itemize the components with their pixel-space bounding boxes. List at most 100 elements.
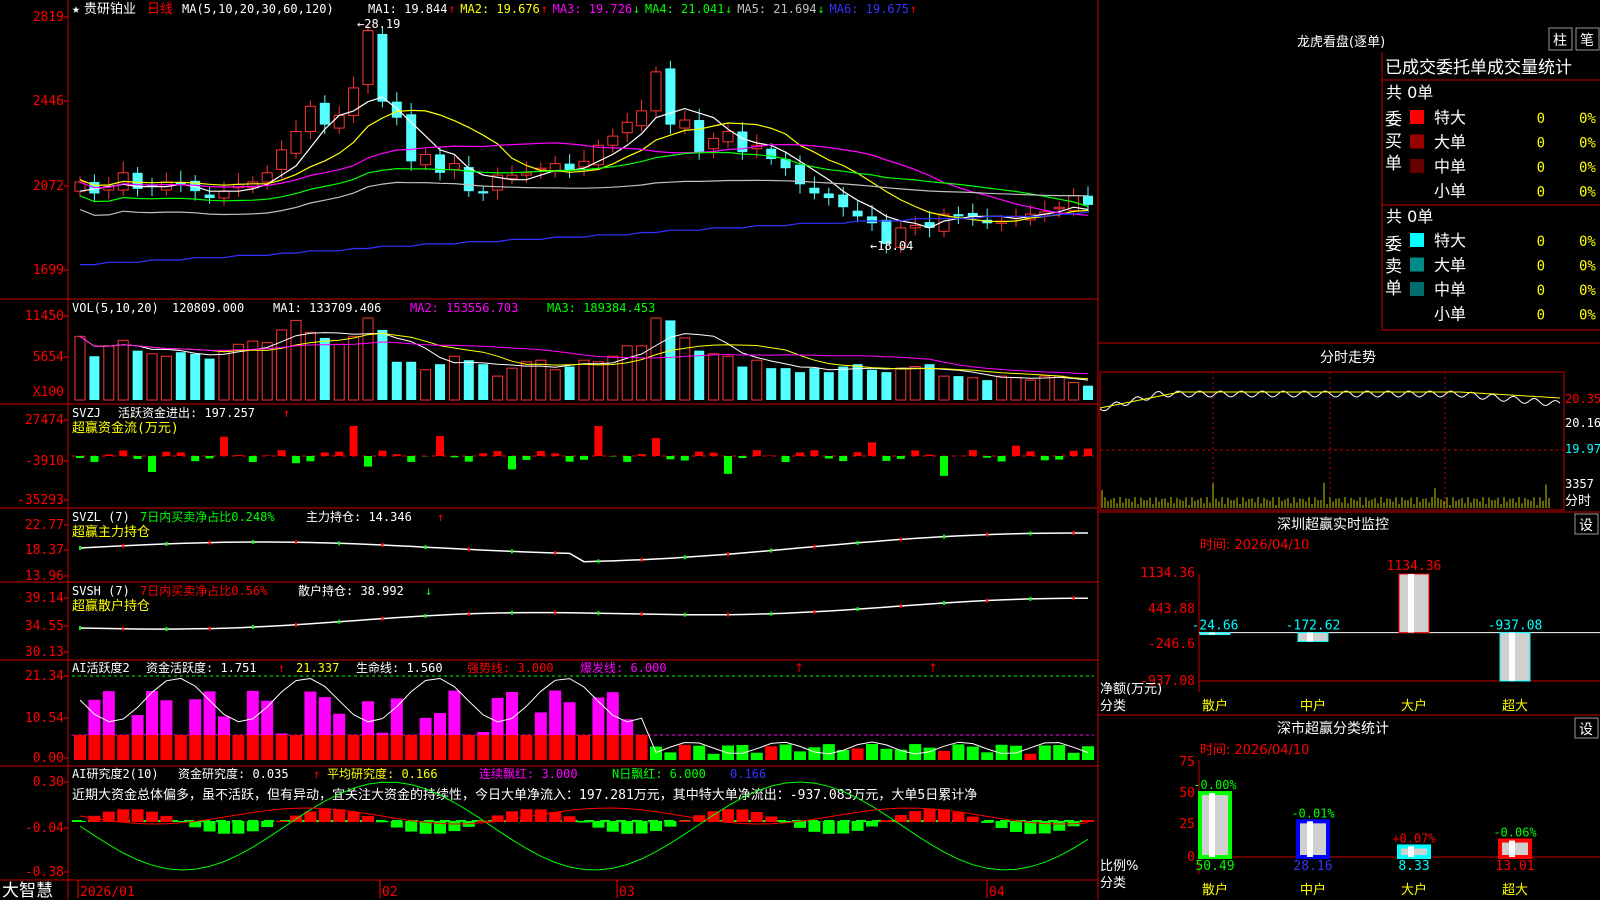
ai-b: 21.337 [296,661,339,675]
ai-bar-red [232,735,245,760]
ma5-line [79,179,1089,216]
ai-bar-green [938,750,950,760]
note-toggle-label: 笔 [1580,33,1594,49]
svzj-bar [162,451,171,456]
svzj-bar [378,450,387,456]
svzj-bar [623,456,632,462]
svzl-tick: 22.77 [25,518,64,533]
ma-value-2: MA2: 19.676 [460,2,539,16]
vol-bar [463,360,474,400]
vol-bar [520,361,532,401]
sz-monitor-chart: 1134.36 443.88 -246.6 -937.08 -24.66 散户 -172.6… [1100,559,1600,714]
vol-bar [909,366,921,401]
ai2-comment: 近期大资金总体偏多，虽不活跃，但有异动，宜关注大资金的持续性，今日大单净流入：1… [72,787,977,803]
sz-value-label: -24.66 [1192,619,1239,634]
ai2-bar [275,820,288,822]
ai2-bar [160,815,173,822]
ai-c: 生命线: 1.560 [356,660,443,675]
candle-body [362,30,374,85]
svsh-line-tick [1029,596,1032,601]
legend-swatch [1410,306,1424,321]
svsh-line-tick [856,607,859,612]
ai-bar-red [606,735,619,760]
svzj-bar [997,456,1006,462]
svzl-text: 主力持仓: 14.346 [306,509,412,524]
svsh-tick: 30.13 [25,645,64,660]
class-category: 大户 [1401,882,1427,898]
svsh-line-tick [813,609,816,614]
svzl-line-tick [727,552,729,557]
row-label: 特大 [1434,108,1466,127]
svzj-bar [796,452,804,456]
svzj-bar [133,456,142,459]
ai2-bar [678,820,691,822]
svzj-bar [839,456,848,462]
svsh-line-tick [899,604,902,609]
class-category: 散户 [1202,882,1228,898]
intraday-frame [1099,371,1565,511]
ai-bar-red [174,735,187,760]
svzj-bar [1069,450,1078,456]
svzl-line-tick [424,545,427,550]
svzj-bar [292,456,300,464]
vol-bar [982,380,993,400]
ai-bar-green [851,748,864,760]
svzl-line-tick [986,532,989,537]
ai2-bar [635,821,648,834]
ai2-bar [894,815,907,822]
candle-body [679,119,691,129]
class-value-label: 13.01 [1495,859,1534,874]
svzj-bar [1012,445,1020,456]
sz-tick: 443.88 [1148,602,1195,617]
ai-bar-red [405,735,418,760]
svzj-bar [551,453,560,456]
ai-bar-red [390,735,403,760]
ai-bar-green [678,744,691,760]
ai-bar-pink [261,700,274,735]
legend-swatch [1410,257,1424,272]
sz-settings-label: 设 [1579,518,1593,534]
vol-bar [938,375,950,401]
svzj-bar [536,450,545,456]
ai-bar-red [131,735,144,760]
candle-body [218,190,230,199]
legend-swatch [1410,134,1424,149]
ai-bar-green [1053,745,1066,760]
vol-bar [549,369,561,401]
class-change-label: -0.06% [1493,826,1537,840]
svzj-bar [896,456,905,459]
ai-bar-red [376,735,389,760]
ai-bar-pink [549,690,562,735]
ai-bar-green [750,752,763,760]
svsh-line-tick [122,626,125,631]
svzj-bar [738,456,747,458]
ai-bar-green [794,751,806,760]
ai-bar-green [880,748,893,760]
ai2-bar [808,821,821,832]
svzj-bar [824,456,833,459]
high-label: ←28.19 [357,17,400,31]
svzj-tick: -35293 [17,493,64,508]
svzj-text: 活跃资金进出: 197.257 [118,405,255,420]
vol-bar [103,345,115,401]
svzj-bar [925,454,934,456]
svsh-line-tick [424,613,427,618]
ai-bar-red [362,735,374,760]
ma-value-5: MA5: 21.694 [737,2,816,16]
longhu-title: 龙虎看盘(逐单) [1297,34,1385,50]
class-time: 时间: 2026/04/10 [1200,743,1309,758]
svzl-line [79,532,1088,563]
ma-value-6: MA6: 19.675 [830,2,909,16]
svzl-line-tick [856,540,859,545]
svsh-line [79,597,1088,630]
row-label: 特大 [1434,231,1466,250]
ai-bar-green [1038,745,1051,760]
svsh-line-tick [79,626,81,630]
class-settings-label: 设 [1579,722,1593,738]
ai2-bar [1010,821,1022,832]
svsh-line-tick [770,611,773,616]
svsh-text: 散户持仓: 38.992 [298,583,404,598]
svzj-bar [335,451,344,456]
class-class-label: 分类 [1100,876,1126,891]
ai2-bar [520,809,533,822]
